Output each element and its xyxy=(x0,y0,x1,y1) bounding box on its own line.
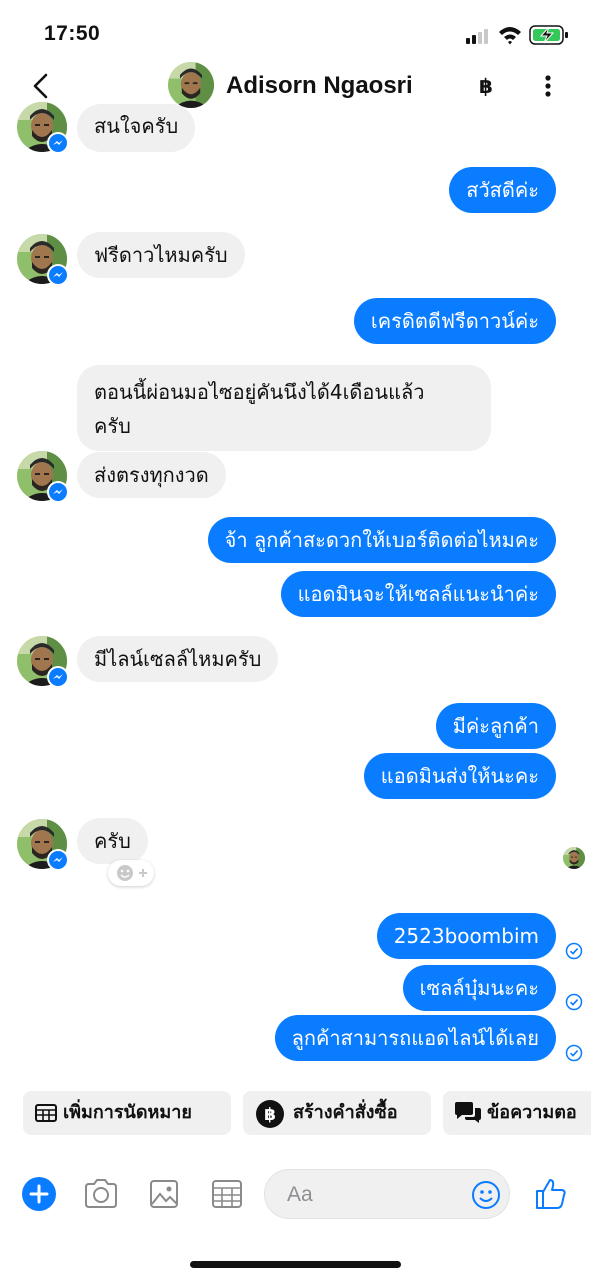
sender-avatar xyxy=(17,819,69,871)
svg-text:฿: ฿ xyxy=(264,1105,276,1125)
incoming-message[interactable]: มีไลน์เซลล์ไหมครับ xyxy=(77,636,279,682)
calendar-icon xyxy=(35,1104,57,1122)
message-input-placeholder: Aa xyxy=(287,1183,313,1206)
delivered-check-icon xyxy=(565,993,583,1011)
messenger-badge-icon xyxy=(47,264,69,286)
home-indicator xyxy=(190,1261,401,1268)
outgoing-message[interactable]: จ้า ลูกค้าสะดวกให้เบอร์ติดต่อไหมคะ xyxy=(207,517,556,563)
composer-bar: Aa xyxy=(0,1160,591,1230)
add-reaction-icon[interactable] xyxy=(108,860,154,886)
incoming-message[interactable]: ฟรีดาวไหมครับ xyxy=(77,232,245,278)
sender-avatar xyxy=(17,102,69,154)
sender-avatar xyxy=(17,451,69,503)
message-line: ตอนนี้ผ่อนมอไซอยู่คันนึงได้4เดือนแล้ว xyxy=(94,380,425,404)
contact-name[interactable]: Adisorn Ngaosri xyxy=(226,72,413,100)
photo-gallery-icon[interactable] xyxy=(146,1176,182,1212)
appointment-calendar-icon[interactable] xyxy=(209,1176,245,1212)
message-input[interactable]: Aa xyxy=(264,1169,510,1219)
baht-icon: ฿ xyxy=(256,1100,284,1128)
quick-reply-add-appointment[interactable]: เพิ่มการนัดหมาย xyxy=(23,1091,231,1135)
messenger-badge-icon xyxy=(47,666,69,688)
outgoing-message[interactable]: มีค่ะลูกค้า xyxy=(435,703,556,749)
sender-avatar xyxy=(17,636,69,688)
quick-reply-label: เพิ่มการนัดหมาย xyxy=(63,1102,192,1123)
camera-icon[interactable] xyxy=(83,1176,119,1212)
quick-reply-label: สร้างคำสั่งซื้อ xyxy=(293,1102,398,1123)
payment-button[interactable]: ฿ xyxy=(474,72,498,100)
wifi-icon xyxy=(499,27,521,45)
cellular-signal-icon xyxy=(466,28,492,44)
outgoing-message[interactable]: สวัสดีค่ะ xyxy=(449,167,556,213)
thumbs-up-icon[interactable] xyxy=(533,1176,569,1212)
messenger-badge-icon xyxy=(47,132,69,154)
plus-icon[interactable] xyxy=(21,1176,57,1212)
incoming-message-multiline[interactable]: ตอนนี้ผ่อนมอไซอยู่คันนึงได้4เดือนแล้ว คร… xyxy=(77,365,491,451)
back-chevron-icon[interactable] xyxy=(26,70,58,102)
outgoing-message[interactable]: 2523boombim xyxy=(376,913,556,959)
incoming-message[interactable]: สนใจครับ xyxy=(77,104,196,152)
outgoing-message[interactable]: เซลล์บุ๋มนะคะ xyxy=(402,965,556,1011)
more-options-icon[interactable] xyxy=(536,72,560,100)
outgoing-message[interactable]: เครดิตดีฟรีดาวน์ค่ะ xyxy=(353,298,556,344)
contact-avatar[interactable] xyxy=(168,62,214,108)
conversation-header: Adisorn Ngaosri ฿ xyxy=(0,60,591,112)
outgoing-message[interactable]: แอดมินจะให้เซลล์แนะนำค่ะ xyxy=(280,571,556,617)
sender-avatar xyxy=(17,234,69,286)
quick-reply-label: ข้อความตอ xyxy=(487,1102,577,1123)
message-line: ครับ xyxy=(94,414,131,438)
quick-reply-message-templates[interactable]: ข้อความตอ xyxy=(443,1091,591,1135)
status-time: 17:50 xyxy=(44,22,101,45)
delivered-check-icon xyxy=(565,1044,583,1062)
emoji-icon[interactable] xyxy=(471,1180,501,1210)
outgoing-message[interactable]: แอดมินส่งให้นะคะ xyxy=(363,753,556,799)
outgoing-message[interactable]: ลูกค้าสามารถแอดไลน์ได้เลย xyxy=(274,1015,556,1061)
delivered-check-icon xyxy=(565,942,583,960)
messenger-badge-icon xyxy=(47,481,69,503)
quick-reply-create-order[interactable]: ฿ สร้างคำสั่งซื้อ xyxy=(243,1091,431,1135)
seen-avatar xyxy=(563,847,585,869)
incoming-message[interactable]: ส่งตรงทุกงวด xyxy=(77,452,226,498)
incoming-message[interactable]: ครับ xyxy=(77,818,148,864)
status-bar: 17:50 xyxy=(0,0,591,60)
chat-bubbles-icon xyxy=(455,1102,481,1123)
messenger-badge-icon xyxy=(47,849,69,871)
battery-charging-icon xyxy=(529,25,568,45)
